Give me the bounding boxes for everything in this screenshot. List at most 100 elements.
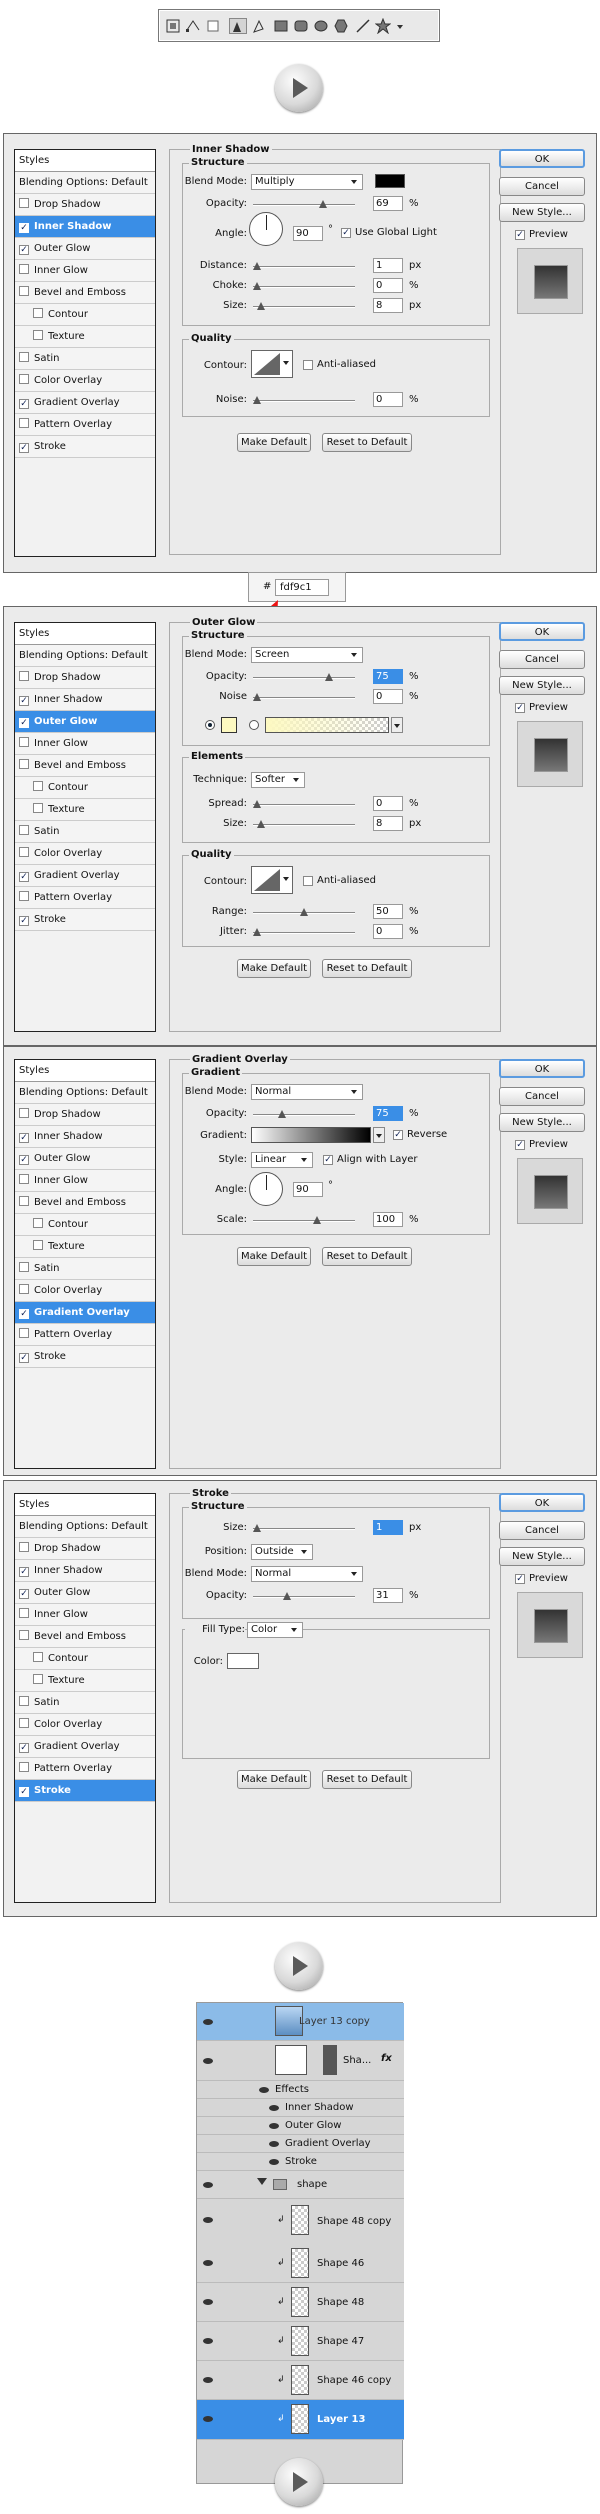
- choke-slider[interactable]: [253, 282, 355, 290]
- slider-knob[interactable]: [253, 928, 261, 936]
- checkbox-icon[interactable]: [33, 308, 43, 318]
- layer-name[interactable]: Shape 47: [317, 2336, 364, 2347]
- checkbox-icon[interactable]: [19, 847, 29, 857]
- next-arrow-button[interactable]: [275, 64, 323, 112]
- reverse-checkbox[interactable]: ✓: [393, 1130, 403, 1140]
- reset-to-default-button[interactable]: Reset to Default: [322, 959, 412, 978]
- style-item-satin[interactable]: Satin: [15, 1258, 155, 1280]
- make-default-button[interactable]: Make Default: [237, 1247, 311, 1266]
- glow-color-swatch[interactable]: [221, 717, 237, 733]
- contour-picker[interactable]: [251, 350, 293, 378]
- style-item-inner-shadow[interactable]: ✓ Inner Shadow: [15, 216, 155, 238]
- cancel-button[interactable]: Cancel: [499, 650, 585, 669]
- style-item-texture[interactable]: Texture: [15, 326, 155, 348]
- slider-knob[interactable]: [253, 800, 261, 808]
- style-item-inner-shadow[interactable]: ✓ Inner Shadow: [15, 689, 155, 711]
- checkbox-icon[interactable]: [19, 374, 29, 384]
- styles-header[interactable]: Styles: [15, 1060, 155, 1082]
- chevron-down-icon[interactable]: [395, 18, 405, 34]
- size-field[interactable]: 8: [373, 298, 403, 313]
- slider-knob[interactable]: [253, 396, 261, 404]
- eye-icon[interactable]: [203, 2260, 213, 2266]
- style-item-gradient-overlay[interactable]: ✓ Gradient Overlay: [15, 392, 155, 414]
- jitter-field[interactable]: 0: [373, 924, 403, 939]
- expand-chevron-icon[interactable]: [257, 2178, 267, 2185]
- polygon-icon[interactable]: [333, 18, 349, 34]
- layer-name[interactable]: Shape 46: [317, 2258, 364, 2269]
- ok-button[interactable]: OK: [499, 1493, 585, 1512]
- style-item-inner-shadow[interactable]: ✓ Inner Shadow: [15, 1560, 155, 1582]
- group-row-shape[interactable]: shape: [197, 2171, 404, 2199]
- eye-icon[interactable]: [259, 2087, 269, 2093]
- checkbox-icon[interactable]: ✓: [19, 1567, 29, 1577]
- hex-value-field[interactable]: fdf9c1: [275, 579, 329, 596]
- make-default-button[interactable]: Make Default: [237, 1770, 311, 1789]
- style-item-inner-glow[interactable]: Inner Glow: [15, 260, 155, 282]
- checkbox-icon[interactable]: ✓: [19, 1353, 29, 1363]
- checkbox-icon[interactable]: [33, 1218, 43, 1228]
- layer-name[interactable]: Shape 48: [317, 2297, 364, 2308]
- slider-knob[interactable]: [253, 1524, 261, 1532]
- style-item-stroke[interactable]: ✓ Stroke: [15, 909, 155, 931]
- checkbox-icon[interactable]: [33, 1674, 43, 1684]
- spread-field[interactable]: 0: [373, 796, 403, 811]
- eye-icon[interactable]: [269, 2159, 279, 2165]
- style-item-texture[interactable]: Texture: [15, 799, 155, 821]
- angle-field[interactable]: 90: [293, 226, 323, 241]
- preview-checkbox[interactable]: ✓: [515, 230, 525, 240]
- slider-knob[interactable]: [253, 282, 261, 290]
- shadow-color-swatch[interactable]: [375, 174, 405, 188]
- gradient-picker-dropdown[interactable]: [373, 1127, 385, 1143]
- preview-checkbox[interactable]: ✓: [515, 1140, 525, 1150]
- layer-row[interactable]: ↲ Shape 46: [197, 2244, 404, 2283]
- style-item-texture[interactable]: Texture: [15, 1236, 155, 1258]
- opacity-slider[interactable]: [253, 1592, 355, 1600]
- ok-button[interactable]: OK: [499, 149, 585, 168]
- jitter-slider[interactable]: [253, 928, 355, 936]
- checkbox-icon[interactable]: [19, 1262, 29, 1272]
- reset-to-default-button[interactable]: Reset to Default: [322, 1247, 412, 1266]
- use-global-light-checkbox[interactable]: ✓: [341, 228, 351, 238]
- custom-shape-icon[interactable]: [375, 18, 391, 34]
- style-item-pattern-overlay[interactable]: Pattern Overlay: [15, 1758, 155, 1780]
- cancel-button[interactable]: Cancel: [499, 1521, 585, 1540]
- effect-row[interactable]: Gradient Overlay: [197, 2135, 404, 2153]
- style-item-color-overlay[interactable]: Color Overlay: [15, 370, 155, 392]
- style-item-pattern-overlay[interactable]: Pattern Overlay: [15, 414, 155, 436]
- checkbox-icon[interactable]: ✓: [19, 916, 29, 926]
- size-field[interactable]: 1: [373, 1520, 403, 1535]
- checkbox-icon[interactable]: [19, 1108, 29, 1118]
- style-item-blending-options[interactable]: Blending Options: Default: [15, 172, 155, 194]
- style-item-contour[interactable]: Contour: [15, 1214, 155, 1236]
- checkbox-icon[interactable]: [19, 891, 29, 901]
- style-item-inner-shadow[interactable]: ✓ Inner Shadow: [15, 1126, 155, 1148]
- checkbox-icon[interactable]: [19, 1696, 29, 1706]
- eye-icon[interactable]: [203, 2182, 213, 2188]
- checkbox-icon[interactable]: [19, 825, 29, 835]
- gradient-swatch[interactable]: [251, 1127, 371, 1143]
- scale-slider[interactable]: [253, 1216, 355, 1224]
- rectangle-icon[interactable]: [273, 18, 289, 34]
- checkbox-icon[interactable]: [19, 1630, 29, 1640]
- range-field[interactable]: 50: [373, 904, 403, 919]
- effect-row[interactable]: Stroke: [197, 2153, 404, 2171]
- checkbox-icon[interactable]: [33, 781, 43, 791]
- gradient-picker-dropdown[interactable]: [391, 717, 403, 733]
- fx-icon[interactable]: fx: [381, 2053, 392, 2064]
- checkbox-icon[interactable]: [33, 1240, 43, 1250]
- layer-row[interactable]: ↲ Shape 47: [197, 2322, 404, 2361]
- layer-row-selected[interactable]: ↲ Layer 13: [197, 2400, 404, 2440]
- style-item-inner-glow[interactable]: Inner Glow: [15, 1604, 155, 1626]
- style-item-inner-glow[interactable]: Inner Glow: [15, 733, 155, 755]
- style-item-color-overlay[interactable]: Color Overlay: [15, 1714, 155, 1736]
- layer-row[interactable]: ↲ Shape 46 copy: [197, 2361, 404, 2400]
- gradient-radio[interactable]: [249, 720, 259, 730]
- style-item-pattern-overlay[interactable]: Pattern Overlay: [15, 887, 155, 909]
- technique-select[interactable]: Softer: [251, 772, 305, 788]
- slider-knob[interactable]: [253, 262, 261, 270]
- blend-mode-select[interactable]: Normal: [251, 1566, 363, 1582]
- opacity-field[interactable]: 31: [373, 1588, 403, 1603]
- anti-aliased-checkbox[interactable]: [303, 876, 313, 886]
- gradient-style-select[interactable]: Linear: [251, 1152, 313, 1168]
- blend-mode-select[interactable]: Normal: [251, 1084, 363, 1100]
